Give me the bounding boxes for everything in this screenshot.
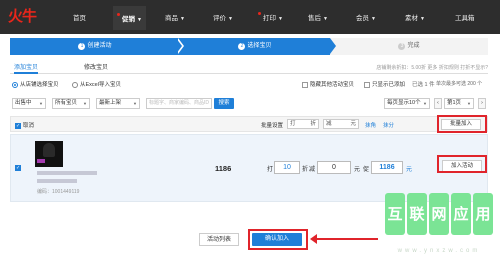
chevron-down-icon: ▼ <box>133 101 137 106</box>
discount-label: 打 <box>267 167 274 173</box>
logo[interactable]: 火牛 <box>8 5 37 26</box>
chevron-down-icon: ▼ <box>83 101 87 106</box>
highlight-box <box>437 155 487 173</box>
highlight-box <box>248 229 308 250</box>
reduce-input[interactable]: 0 <box>317 161 351 174</box>
tab-add-items[interactable]: 添加宝贝 <box>14 62 39 74</box>
batch-reduce-input[interactable]: 减元 <box>323 119 359 129</box>
radio-from-excel[interactable]: 从Excel导入宝贝 <box>72 80 121 88</box>
sort-select[interactable]: 最新上架 ▼ <box>96 98 140 109</box>
badge-dot-icon <box>258 12 261 15</box>
round-jiao-link[interactable]: 抹角 <box>365 121 376 129</box>
nav-goods[interactable]: 商品 ▼ <box>165 12 185 22</box>
nav-member[interactable]: 会员 ▼ <box>356 12 376 22</box>
status-select[interactable]: 出售中 ▼ <box>12 98 46 109</box>
discount-unit: 折 <box>302 167 309 173</box>
step-2: 2 选择宝贝 <box>180 38 330 55</box>
step-arrow <box>330 38 336 54</box>
per-page-select[interactable]: 每页显示10个 ▼ <box>384 98 430 109</box>
next-page-button[interactable]: › <box>478 98 486 109</box>
step-progress: 1 创建活动 2 选择宝贝 3 完成 <box>10 38 488 55</box>
nav-print[interactable]: 打印 ▼ <box>258 12 283 22</box>
select-all[interactable]: ✓ 取消 <box>15 121 34 129</box>
checkbox-icon <box>302 81 308 88</box>
nav-material[interactable]: 素材 ▼ <box>405 12 425 22</box>
chevron-down-icon: ▼ <box>371 16 376 22</box>
chevron-down-icon: ▼ <box>180 16 185 22</box>
chevron-down-icon: ▼ <box>467 101 471 106</box>
max-note: 单次最多可选 200 个 <box>436 81 483 87</box>
prev-page-button[interactable]: ‹ <box>434 98 442 109</box>
chevron-down-icon: ▼ <box>137 17 142 23</box>
discount-input[interactable]: 10 <box>274 161 300 174</box>
watermark-logo: 互 联 网 应 用 www.ynxzw.com <box>385 193 493 263</box>
search-button[interactable]: 搜索 <box>214 98 234 109</box>
batch-discount-input[interactable]: 打折 <box>287 119 319 129</box>
product-code: 编码：1001449119 <box>37 189 80 195</box>
radio-icon <box>72 81 78 88</box>
chevron-down-icon: ▼ <box>39 101 43 106</box>
checkbox-icon: ✓ <box>15 122 21 129</box>
source-options: 从店铺选择宝贝 从Excel导入宝贝 隐藏其他活动宝贝 只显示已添加 已选 1 … <box>12 80 488 90</box>
step-arrow <box>176 38 182 54</box>
nav-aftersale[interactable]: 售后 ▼ <box>308 12 328 22</box>
promo-price-unit: 元 <box>406 167 413 173</box>
red-arrow-icon <box>310 234 378 244</box>
discount-note: 店铺剩余折扣：5.00折 更多 折扣规则 打折不显示? <box>376 65 488 71</box>
checkbox-icon <box>364 81 370 88</box>
chevron-down-icon: ▼ <box>228 16 233 22</box>
reduce-label: 减 <box>309 167 316 173</box>
promo-label: 促 <box>363 167 370 173</box>
product-price: 1186 <box>215 164 232 173</box>
chevron-down-icon: ▼ <box>323 16 328 22</box>
category-select[interactable]: 所有宝贝 ▼ <box>52 98 90 109</box>
product-title-blurred <box>37 171 97 175</box>
selected-count: 已选 1 件 <box>412 82 435 88</box>
page-select[interactable]: 第1页 ▼ <box>444 98 474 109</box>
highlight-box <box>437 115 487 133</box>
nav-home[interactable]: 首页 <box>73 12 86 22</box>
only-added-checkbox[interactable]: 只显示已添加 <box>364 80 405 88</box>
tab-edit-items[interactable]: 修改宝贝 <box>84 62 108 71</box>
tab-bar: 添加宝贝 修改宝贝 店铺剩余折扣：5.00折 更多 折扣规则 打折不显示? <box>10 62 488 74</box>
nav-toolbox[interactable]: 工具箱 <box>455 12 475 22</box>
radio-from-store[interactable]: 从店铺选择宝贝 <box>12 80 59 88</box>
row-checkbox[interactable]: ✓ <box>15 165 21 171</box>
step-1: 1 创建活动 <box>10 38 180 55</box>
product-thumbnail[interactable] <box>35 141 63 167</box>
promo-price-input[interactable]: 1186 <box>371 161 403 174</box>
active-dot-icon <box>117 13 120 16</box>
top-nav: 火牛 首页 促销 ▼ 商品 ▼ 评价 ▼ 打印 ▼ 售后 ▼ 会员 ▼ 素材 ▼ 工具箱 <box>0 0 500 34</box>
step-3: 3 完成 <box>330 38 488 55</box>
product-subtitle-blurred <box>37 179 77 183</box>
batch-setting-label: 批量设置 <box>261 123 284 129</box>
nav-review[interactable]: 评价 ▼ <box>213 12 233 22</box>
reduce-unit: 元 <box>354 167 361 173</box>
activity-list-button[interactable]: 活动列表 <box>199 233 239 246</box>
table-header: ✓ 取消 批量设置 打折 减元 抹角 抹分 批量加入 <box>10 116 488 132</box>
chevron-down-icon: ▼ <box>423 101 427 106</box>
search-input[interactable]: 标题字、商家编码、商品ID <box>146 98 212 109</box>
hide-joined-checkbox[interactable]: 隐藏其他活动宝贝 <box>302 80 354 88</box>
chevron-down-icon: ▼ <box>278 16 283 22</box>
round-fen-link[interactable]: 抹分 <box>383 121 394 129</box>
table-row: ✓ 编码：1001449119 1186 打 10 折 减 0 元 促 1186… <box>10 134 488 202</box>
radio-icon <box>12 81 18 88</box>
chevron-down-icon: ▼ <box>420 16 425 22</box>
filter-bar: 出售中 ▼ 所有宝贝 ▼ 最新上架 ▼ 标题字、商家编码、商品ID 搜索 每页显示10… <box>12 98 488 110</box>
nav-promo[interactable]: 促销 ▼ <box>113 6 146 30</box>
